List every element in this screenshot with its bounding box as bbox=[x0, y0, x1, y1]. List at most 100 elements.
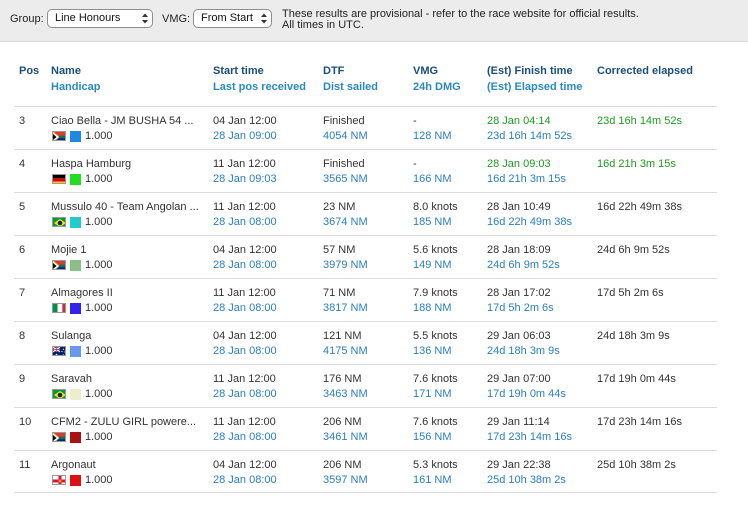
elapsed-time: 16d 22h 49m 38s bbox=[487, 216, 573, 228]
boat-name[interactable]: Mussulo 40 - Team Angolan ... bbox=[51, 200, 199, 214]
handicap-value: 1.000 bbox=[85, 130, 113, 142]
start-time: 11 Jan 12:00 bbox=[213, 416, 276, 428]
flag-south-africa-icon bbox=[52, 131, 66, 141]
select-arrows-icon bbox=[260, 12, 268, 25]
finish-time: 28 Jan 10:49 bbox=[487, 201, 551, 213]
dtf: 176 NM bbox=[323, 373, 362, 385]
dtf: 71 NM bbox=[323, 287, 356, 299]
vmg: - bbox=[413, 115, 417, 127]
boat-name[interactable]: Haspa Hamburg bbox=[51, 157, 131, 171]
table-row[interactable]: 7 Almagores II 1.000 11 Jan 12:00 28 Jan… bbox=[14, 278, 717, 321]
table-row[interactable]: 6 Mojie 1 1.000 04 Jan 12:00 28 Jan 08:0… bbox=[14, 235, 717, 278]
boat-color-swatch bbox=[70, 432, 81, 443]
group-label: Group: bbox=[10, 13, 44, 25]
start-time: 04 Jan 12:00 bbox=[213, 115, 277, 127]
table-row[interactable]: 11 Argonaut 1.000 04 Jan 12:00 28 Jan 08… bbox=[14, 450, 717, 493]
boat-name[interactable]: Ciao Bella - JM BUSHA 54 ... bbox=[51, 114, 193, 128]
finish-time: 29 Jan 11:14 bbox=[487, 416, 550, 428]
vmg: 5.3 knots bbox=[413, 459, 458, 471]
corrected-elapsed: 17d 23h 14m 16s bbox=[597, 416, 683, 428]
flag-australia-icon bbox=[52, 346, 66, 356]
pos: 10 bbox=[19, 416, 32, 428]
boat-name[interactable]: Almagores II bbox=[51, 286, 113, 300]
pos: 11 bbox=[19, 459, 31, 471]
finish-time: 28 Jan 17:02 bbox=[487, 287, 551, 299]
header-dtf[interactable]: DTF bbox=[323, 63, 344, 79]
table-row[interactable]: 4 Haspa Hamburg 1.000 11 Jan 12:00 28 Ja… bbox=[14, 149, 717, 192]
dist-sailed: 3461 NM bbox=[323, 431, 368, 443]
table-row[interactable]: 10 CFM2 - ZULU GIRL powere... 1.000 11 J… bbox=[14, 407, 717, 450]
boat-name[interactable]: Mojie 1 bbox=[51, 243, 86, 257]
boat-color-swatch bbox=[70, 260, 81, 271]
boat-name[interactable]: Argonaut bbox=[51, 458, 96, 472]
last-pos-received: 28 Jan 08:00 bbox=[213, 216, 277, 228]
vmg: 8.0 knots bbox=[413, 201, 458, 213]
corrected-elapsed: 17d 5h 2m 6s bbox=[597, 287, 664, 299]
corrected-elapsed: 16d 22h 49m 38s bbox=[597, 201, 683, 213]
elapsed-time: 16d 21h 3m 15s bbox=[487, 173, 566, 185]
header-24h-dmg[interactable]: 24h DMG bbox=[413, 79, 461, 95]
handicap-value: 1.000 bbox=[85, 302, 113, 314]
flag-south-africa-icon bbox=[52, 432, 66, 442]
dmg-24h: 161 NM bbox=[413, 474, 452, 486]
table-row[interactable]: 8 Sulanga 1.000 04 Jan 12:00 28 Jan 08:0… bbox=[14, 321, 717, 364]
group-select-value: Line Honours bbox=[55, 12, 121, 24]
boat-color-swatch bbox=[70, 346, 81, 357]
dmg-24h: 128 NM bbox=[413, 130, 452, 142]
vmg: 5.5 knots bbox=[413, 330, 458, 342]
header-last-pos[interactable]: Last pos received bbox=[213, 79, 306, 95]
finish-time: 29 Jan 06:03 bbox=[487, 330, 551, 342]
notice-line-2: All times in UTC. bbox=[282, 19, 364, 31]
flag-brazil-icon bbox=[52, 217, 66, 227]
start-time: 11 Jan 12:00 bbox=[213, 373, 276, 385]
boat-name[interactable]: Saravah bbox=[51, 372, 92, 386]
last-pos-received: 28 Jan 08:00 bbox=[213, 431, 277, 443]
dist-sailed: 3565 NM bbox=[323, 173, 368, 185]
table-row[interactable]: 5 Mussulo 40 - Team Angolan ... 1.000 11… bbox=[14, 192, 717, 235]
elapsed-time: 24d 6h 9m 52s bbox=[487, 259, 560, 271]
header-finish-time[interactable]: (Est) Finish time bbox=[487, 63, 573, 79]
last-pos-received: 28 Jan 08:00 bbox=[213, 345, 277, 357]
flag-brazil-icon bbox=[52, 389, 66, 399]
table-row[interactable]: 3 Ciao Bella - JM BUSHA 54 ... 1.000 04 … bbox=[14, 106, 717, 149]
vmg: 7.6 knots bbox=[413, 416, 458, 428]
vmg-label: VMG: bbox=[162, 13, 191, 25]
boat-color-swatch bbox=[70, 174, 81, 185]
boat-color-swatch bbox=[70, 131, 81, 142]
corrected-elapsed: 23d 16h 14m 52s bbox=[597, 115, 683, 127]
header-pos[interactable]: Pos bbox=[19, 63, 39, 79]
corrected-elapsed: 16d 21h 3m 15s bbox=[597, 158, 676, 170]
handicap-value: 1.000 bbox=[85, 474, 113, 486]
dist-sailed: 3463 NM bbox=[323, 388, 368, 400]
dmg-24h: 188 NM bbox=[413, 302, 452, 314]
finish-time: 28 Jan 18:09 bbox=[487, 244, 551, 256]
boat-name[interactable]: CFM2 - ZULU GIRL powere... bbox=[51, 415, 196, 429]
elapsed-time: 17d 5h 2m 6s bbox=[487, 302, 554, 314]
header-handicap[interactable]: Handicap bbox=[51, 79, 101, 95]
boat-name[interactable]: Sulanga bbox=[51, 329, 91, 343]
dist-sailed: 3817 NM bbox=[323, 302, 368, 314]
header-start-time[interactable]: Start time bbox=[213, 63, 264, 79]
vmg-select-value: From Start bbox=[201, 12, 253, 24]
header-name[interactable]: Name bbox=[51, 63, 81, 79]
last-pos-received: 28 Jan 09:03 bbox=[213, 173, 277, 185]
vmg-select[interactable]: From Start bbox=[193, 9, 272, 28]
vmg: 7.9 knots bbox=[413, 287, 458, 299]
filter-toolbar: Group: Line Honours VMG: From Start Thes… bbox=[0, 0, 748, 42]
last-pos-received: 28 Jan 09:00 bbox=[213, 130, 277, 142]
dtf: Finished bbox=[323, 115, 365, 127]
header-elapsed-time[interactable]: (Est) Elapsed time bbox=[487, 79, 582, 95]
corrected-elapsed: 17d 19h 0m 44s bbox=[597, 373, 676, 385]
finish-time: 28 Jan 09:03 bbox=[487, 158, 551, 170]
header-dist-sailed[interactable]: Dist sailed bbox=[323, 79, 378, 95]
group-select[interactable]: Line Honours bbox=[47, 9, 153, 28]
header-vmg[interactable]: VMG bbox=[413, 63, 438, 79]
table-row[interactable]: 9 Saravah 1.000 11 Jan 12:00 28 Jan 08:0… bbox=[14, 364, 717, 407]
handicap-value: 1.000 bbox=[85, 259, 113, 271]
flag-germany-icon bbox=[52, 174, 66, 184]
vmg: - bbox=[413, 158, 417, 170]
boat-color-swatch bbox=[70, 303, 81, 314]
pos: 6 bbox=[19, 244, 26, 256]
flag-guernsey-icon bbox=[52, 475, 66, 485]
header-corrected-elapsed[interactable]: Corrected elapsed bbox=[597, 63, 693, 79]
